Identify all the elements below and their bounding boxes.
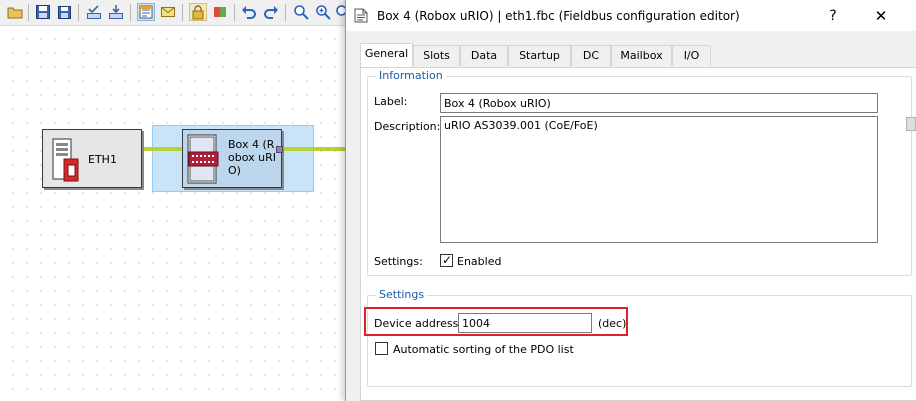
message-icon[interactable] bbox=[159, 3, 177, 21]
group-title: Settings bbox=[376, 288, 428, 302]
connection-wire bbox=[143, 147, 183, 151]
tab-data[interactable]: Data bbox=[460, 45, 508, 66]
tab-startup[interactable]: Startup bbox=[508, 45, 571, 66]
enabled-checkbox[interactable]: ✓ bbox=[440, 253, 453, 267]
label-caption: Label: bbox=[374, 95, 408, 108]
node-box4[interactable]: Box 4 (Robox uRIO) bbox=[182, 129, 282, 188]
node-label: Box 4 (Robox uRIO) bbox=[228, 138, 276, 177]
redo-icon[interactable] bbox=[262, 3, 280, 21]
fieldbus-config-dialog: Box 4 (Robox uRIO) | eth1.fbc (Fieldbus … bbox=[345, 0, 916, 401]
group-title: Information bbox=[376, 69, 446, 83]
tab-dc[interactable]: DC bbox=[571, 45, 611, 66]
tab-io[interactable]: I/O bbox=[672, 45, 711, 66]
check-icon[interactable] bbox=[85, 3, 103, 21]
toolbar-separator bbox=[234, 4, 235, 21]
io-module-icon bbox=[187, 134, 219, 184]
label-input[interactable] bbox=[440, 93, 878, 113]
download-icon[interactable] bbox=[107, 3, 125, 21]
ethernet-master-icon bbox=[52, 138, 79, 182]
zoom-fit-icon[interactable] bbox=[292, 3, 310, 21]
information-group: Information Label: Description: uRIO AS3… bbox=[367, 69, 912, 276]
settings-caption: Settings: bbox=[374, 255, 423, 268]
node-eth1[interactable]: ETH1 bbox=[42, 129, 142, 188]
zoom-in-icon[interactable] bbox=[314, 3, 332, 21]
description-caption: Description: bbox=[374, 120, 441, 133]
properties-icon[interactable] bbox=[137, 3, 155, 21]
dialog-client: General Slots Data Startup DC Mailbox I/… bbox=[346, 31, 916, 401]
output-port[interactable] bbox=[276, 146, 283, 153]
enabled-label: Enabled bbox=[457, 255, 502, 268]
dialog-titlebar[interactable]: Box 4 (Robox uRIO) | eth1.fbc (Fieldbus … bbox=[346, 0, 916, 31]
auto-sort-checkbox[interactable] bbox=[375, 342, 388, 355]
auto-sort-label: Automatic sorting of the PDO list bbox=[393, 343, 574, 356]
toolbar-separator bbox=[28, 4, 29, 21]
lock-icon[interactable] bbox=[189, 3, 207, 21]
document-icon bbox=[354, 8, 368, 23]
scrollbar-thumb[interactable] bbox=[906, 117, 916, 131]
toolbar-separator bbox=[130, 4, 131, 21]
node-label: ETH1 bbox=[88, 153, 117, 166]
tab-general[interactable]: General bbox=[360, 43, 413, 67]
undo-icon[interactable] bbox=[240, 3, 258, 21]
open-icon[interactable] bbox=[6, 3, 24, 21]
toolbar-separator bbox=[285, 4, 286, 21]
save-all-icon[interactable] bbox=[55, 3, 73, 21]
toolbar-separator bbox=[78, 4, 79, 21]
save-icon[interactable] bbox=[34, 3, 52, 21]
annotation-highlight bbox=[364, 307, 628, 336]
connection-wire bbox=[284, 147, 346, 151]
tab-mailbox[interactable]: Mailbox bbox=[611, 45, 672, 66]
checkmark-icon: ✓ bbox=[442, 253, 453, 267]
help-button[interactable]: ? bbox=[818, 5, 848, 27]
description-textarea[interactable]: uRIO AS3039.001 (CoE/FoE) bbox=[440, 116, 878, 243]
close-button[interactable]: ✕ bbox=[864, 4, 898, 28]
dialog-title: Box 4 (Robox uRIO) | eth1.fbc (Fieldbus … bbox=[377, 9, 740, 23]
toggle-icon[interactable] bbox=[211, 3, 229, 21]
tab-slots[interactable]: Slots bbox=[413, 45, 460, 66]
tab-panel-general: Information Label: Description: uRIO AS3… bbox=[360, 67, 916, 401]
toolbar-separator bbox=[182, 4, 183, 21]
